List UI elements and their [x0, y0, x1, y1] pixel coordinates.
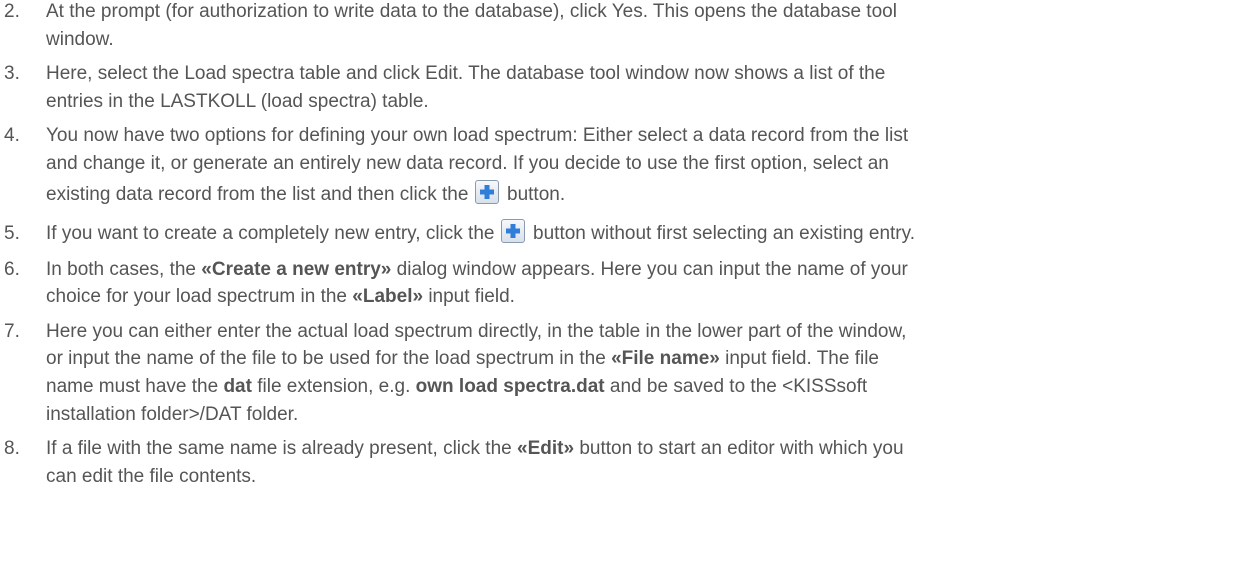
step-text: installation folder>/DAT folder.: [46, 403, 299, 425]
file-name-example: own load spectra.dat: [415, 375, 605, 397]
list-item: 4. You now have two options for defining…: [0, 122, 1238, 211]
step-text-segment: If a file with the same name is already …: [46, 438, 512, 460]
step-text: entries in the LASTKOLL (load spectra) t…: [46, 90, 429, 112]
step-text: In both cases, the «Create a new entry» …: [46, 256, 1218, 284]
step-text-segment: dialog window appears. Here you can inpu…: [396, 258, 908, 280]
step-text: Here you can either enter the actual loa…: [46, 320, 907, 342]
field-name: «File name»: [611, 348, 720, 370]
step-text-segment: file extension, e.g.: [257, 375, 411, 397]
document-page: 2. At the prompt (for authorization to w…: [0, 0, 1238, 568]
list-item: 8. If a file with the same name is alrea…: [0, 435, 1238, 490]
step-text-segment: and be saved to the <KISSsoft: [609, 375, 868, 397]
step-text-segment: input field.: [428, 286, 515, 308]
step-text-segment: button to start an editor with which you: [579, 438, 904, 460]
list-item: 3. Here, select the Load spectra table a…: [0, 60, 1238, 115]
step-text-segment: name must have the: [46, 375, 219, 397]
field-name: «Label»: [352, 286, 424, 308]
list-item: 5. If you want to create a completely ne…: [0, 218, 1238, 249]
button-name: «Edit»: [517, 438, 575, 460]
step-text: You now have two options for defining yo…: [46, 125, 909, 147]
step-text-segment: or input the name of the file to be used…: [46, 348, 606, 370]
step-text-segment: existing data record from the list and t…: [46, 183, 469, 205]
step-text-segment: input field. The file: [725, 348, 879, 370]
step-text: existing data record from the list and t…: [46, 178, 1218, 212]
instruction-list: 2. At the prompt (for authorization to w…: [0, 0, 1238, 497]
step-text: Here, select the Load spectra table and …: [46, 63, 886, 85]
plus-icon: [474, 179, 499, 204]
step-number: 2.: [4, 1, 20, 22]
step-text: window.: [46, 28, 114, 50]
step-number: 6.: [4, 258, 20, 280]
list-item: 2. At the prompt (for authorization to w…: [0, 0, 1238, 53]
step-text: If a file with the same name is already …: [46, 435, 1218, 463]
step-text: If you want to create a completely new e…: [46, 218, 1218, 249]
step-number: 8.: [4, 438, 20, 460]
step-number: 3.: [4, 63, 20, 85]
step-text: can edit the file contents.: [46, 465, 257, 487]
step-number: 7.: [4, 320, 20, 342]
step-text-segment: choice for your load spectrum in the: [46, 286, 347, 308]
step-text-segment: button without first selecting an existi…: [533, 222, 915, 244]
step-number: 5.: [4, 222, 20, 244]
step-text: name must have the dat file extension, e…: [46, 373, 1218, 401]
dialog-name: «Create a new entry»: [201, 258, 392, 280]
step-text: choice for your load spectrum in the «La…: [46, 283, 1218, 311]
plus-icon: [500, 218, 525, 243]
step-text-segment: In both cases, the: [46, 258, 196, 280]
step-text: and change it, or generate an entirely n…: [46, 152, 889, 174]
step-text-segment: button.: [507, 183, 566, 205]
step-text: or input the name of the file to be used…: [46, 345, 1218, 373]
step-text-segment: If you want to create a completely new e…: [46, 222, 495, 244]
file-extension: dat: [223, 375, 252, 397]
step-text: At the prompt (for authorization to writ…: [46, 1, 897, 22]
list-item: 7. Here you can either enter the actual …: [0, 318, 1238, 428]
step-number: 4.: [4, 125, 20, 147]
list-item: 6. In both cases, the «Create a new entr…: [0, 256, 1238, 311]
